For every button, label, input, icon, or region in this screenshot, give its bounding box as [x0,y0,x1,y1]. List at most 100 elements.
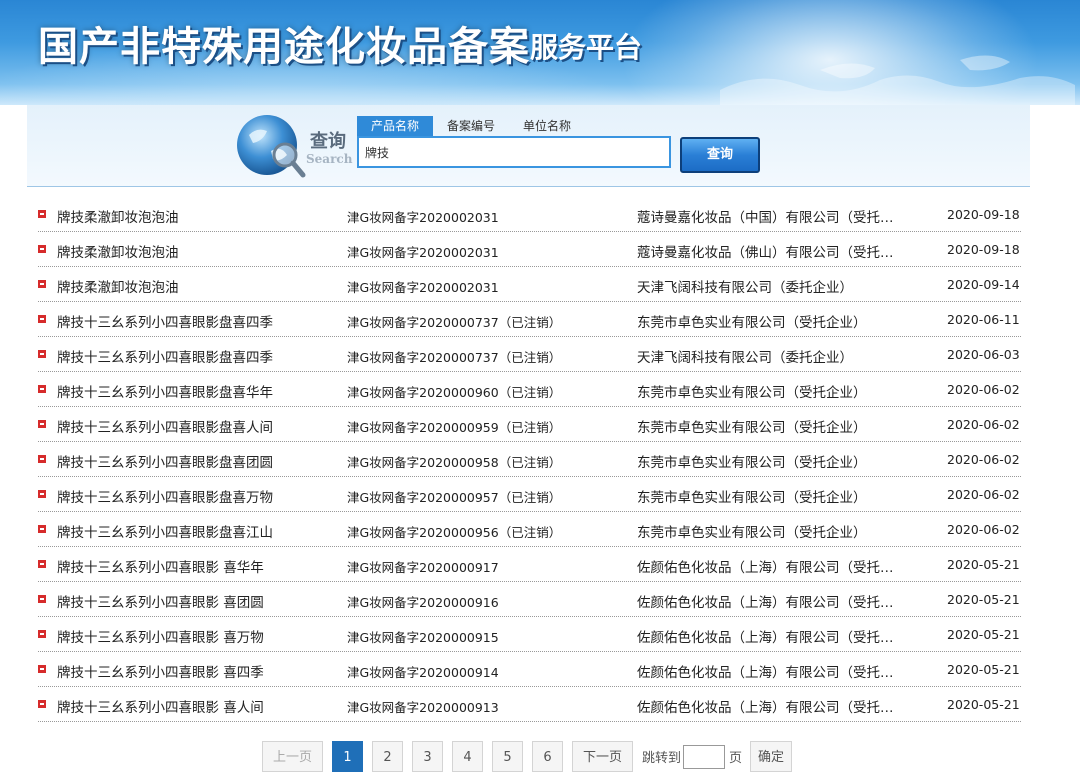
page-button-5[interactable]: 5 [492,741,523,772]
bullet-icon [38,385,46,393]
product-name-link[interactable]: 牌技十三幺系列小四喜眼影 喜团圆 [57,591,264,611]
bullet-icon [38,210,46,218]
list-item: 牌技十三幺系列小四喜眼影盘喜万物 津G妆网备字2020000957（已注销） 东莞市… [38,477,1021,512]
bullet-icon [38,245,46,253]
record-date: 2020-06-02 [947,487,1020,502]
product-name-link[interactable]: 牌技十三幺系列小四喜眼影 喜四季 [57,661,264,681]
product-name-link[interactable]: 牌技十三幺系列小四喜眼影盘喜团圆 [57,451,273,471]
page-button-3[interactable]: 3 [412,741,443,772]
page-unit-label: 页 [729,751,743,766]
record-number: 津G妆网备字2020000958（已注销） [347,455,562,470]
product-name-link[interactable]: 牌技十三幺系列小四喜眼影 喜万物 [57,626,264,646]
record-number: 津G妆网备字2020002031 [347,210,499,225]
company-name: 东莞市卓色实业有限公司（受托企业） [637,525,867,541]
site-subtitle: 服务平台 [530,31,643,64]
list-item: 牌技十三幺系列小四喜眼影 喜团圆 津G妆网备字2020000916 佐颜佑色化妆品（… [38,582,1021,617]
tab-company-name[interactable]: 单位名称 [509,116,585,136]
company-name: 天津飞阔科技有限公司（委托企业） [637,350,853,366]
page-button-2[interactable]: 2 [372,741,403,772]
company-name: 佐颜佑色化妆品（上海）有限公司（受托… [637,700,894,716]
company-name: 佐颜佑色化妆品（上海）有限公司（受托… [637,630,894,646]
company-name: 东莞市卓色实业有限公司（受托企业） [637,490,867,506]
list-item: 牌技十三幺系列小四喜眼影 喜人间 津G妆网备字2020000913 佐颜佑色化妆品（… [38,687,1021,722]
product-name-link[interactable]: 牌技十三幺系列小四喜眼影盘喜江山 [57,521,273,541]
record-number: 津G妆网备字2020000959（已注销） [347,420,562,435]
confirm-jump-button[interactable]: 确定 [750,741,793,772]
product-name-link[interactable]: 牌技十三幺系列小四喜眼影盘喜万物 [57,486,273,506]
search-label-en: Search [306,152,353,166]
record-date: 2020-06-02 [947,522,1020,537]
record-date: 2020-06-02 [947,417,1020,432]
record-number: 津G妆网备字2020000957（已注销） [347,490,562,505]
list-item: 牌技十三幺系列小四喜眼影盘喜四季 津G妆网备字2020000737（已注销） 天津飞… [38,337,1021,372]
product-name-link[interactable]: 牌技十三幺系列小四喜眼影 喜华年 [57,556,264,576]
search-input[interactable] [357,136,671,168]
tab-record-number[interactable]: 备案编号 [433,116,509,136]
pagination: 上一页 1 2 3 4 5 6 下一页 跳转到 页 确定 [262,741,793,772]
product-name-link[interactable]: 牌技柔澈卸妆泡泡油 [57,241,179,261]
search-panel: 查询 Search 产品名称 备案编号 单位名称 查询 [27,105,1030,187]
search-button[interactable]: 查询 [680,137,760,173]
jump-page-input[interactable] [683,744,726,769]
list-item: 牌技十三幺系列小四喜眼影盘喜华年 津G妆网备字2020000960（已注销） 东莞市… [38,372,1021,407]
company-name: 天津飞阔科技有限公司（委托企业） [637,280,853,296]
jump-label: 跳转到 [642,751,682,766]
tab-product-name[interactable]: 产品名称 [357,116,434,136]
bullet-icon [38,560,46,568]
list-item: 牌技十三幺系列小四喜眼影 喜四季 津G妆网备字2020000914 佐颜佑色化妆品（… [38,652,1021,687]
company-name: 蔻诗曼嘉化妆品（中国）有限公司（受托… [637,210,894,226]
record-number: 津G妆网备字2020000737（已注销） [347,350,562,365]
record-number: 津G妆网备字2020002031 [347,245,499,260]
record-number: 津G妆网备字2020000737（已注销） [347,315,562,330]
bullet-icon [38,455,46,463]
product-name-link[interactable]: 牌技十三幺系列小四喜眼影盘喜人间 [57,416,273,436]
product-name-link[interactable]: 牌技柔澈卸妆泡泡油 [57,276,179,296]
product-name-link[interactable]: 牌技十三幺系列小四喜眼影盘喜四季 [57,311,273,331]
company-name: 蔻诗曼嘉化妆品（佛山）有限公司（受托… [637,245,894,261]
bullet-icon [38,665,46,673]
product-name-link[interactable]: 牌技十三幺系列小四喜眼影盘喜华年 [57,381,273,401]
bullet-icon [38,350,46,358]
record-date: 2020-05-21 [947,627,1020,642]
list-item: 牌技十三幺系列小四喜眼影 喜华年 津G妆网备字2020000917 佐颜佑色化妆品（… [38,547,1021,582]
company-name: 东莞市卓色实业有限公司（受托企业） [637,420,867,436]
product-name-link[interactable]: 牌技十三幺系列小四喜眼影 喜人间 [57,696,264,716]
bullet-icon [38,630,46,638]
world-map-decoration [720,55,1075,105]
list-item: 牌技十三幺系列小四喜眼影盘喜四季 津G妆网备字2020000737（已注销） 东莞市… [38,302,1021,337]
record-date: 2020-09-18 [947,242,1020,257]
list-item: 牌技十三幺系列小四喜眼影盘喜江山 津G妆网备字2020000956（已注销） 东莞市… [38,512,1021,547]
bullet-icon [38,595,46,603]
product-name-link[interactable]: 牌技柔澈卸妆泡泡油 [57,206,179,226]
next-page-button[interactable]: 下一页 [572,741,633,772]
bullet-icon [38,315,46,323]
bullet-icon [38,420,46,428]
prev-page-button[interactable]: 上一页 [262,741,323,772]
record-date: 2020-05-21 [947,557,1020,572]
page-button-4[interactable]: 4 [452,741,483,772]
page-button-6[interactable]: 6 [532,741,563,772]
list-item: 牌技柔澈卸妆泡泡油 津G妆网备字2020002031 蔻诗曼嘉化妆品（中国）有限公司… [38,197,1021,232]
search-label: 查询 [310,131,346,152]
record-number: 津G妆网备字2020000960（已注销） [347,385,562,400]
page-button-1[interactable]: 1 [332,741,363,772]
list-item: 牌技十三幺系列小四喜眼影盘喜团圆 津G妆网备字2020000958（已注销） 东莞市… [38,442,1021,477]
record-number: 津G妆网备字2020000915 [347,630,499,645]
record-date: 2020-09-18 [947,207,1020,222]
record-date: 2020-06-11 [947,312,1020,327]
record-number: 津G妆网备字2020002031 [347,280,499,295]
site-title: 国产非特殊用途化妆品备案 [38,23,530,70]
bullet-icon [38,280,46,288]
list-item: 牌技十三幺系列小四喜眼影 喜万物 津G妆网备字2020000915 佐颜佑色化妆品（… [38,617,1021,652]
bullet-icon [38,700,46,708]
list-item: 牌技十三幺系列小四喜眼影盘喜人间 津G妆网备字2020000959（已注销） 东莞市… [38,407,1021,442]
company-name: 佐颜佑色化妆品（上海）有限公司（受托… [637,560,894,576]
results-list: 牌技柔澈卸妆泡泡油 津G妆网备字2020002031 蔻诗曼嘉化妆品（中国）有限公司… [38,197,1021,722]
record-date: 2020-05-21 [947,697,1020,712]
product-name-link[interactable]: 牌技十三幺系列小四喜眼影盘喜四季 [57,346,273,366]
company-name: 佐颜佑色化妆品（上海）有限公司（受托… [637,595,894,611]
header-banner: 国产非特殊用途化妆品备案 服务平台 [0,0,1080,105]
record-number: 津G妆网备字2020000956（已注销） [347,525,562,540]
company-name: 东莞市卓色实业有限公司（受托企业） [637,455,867,471]
record-number: 津G妆网备字2020000914 [347,665,499,680]
